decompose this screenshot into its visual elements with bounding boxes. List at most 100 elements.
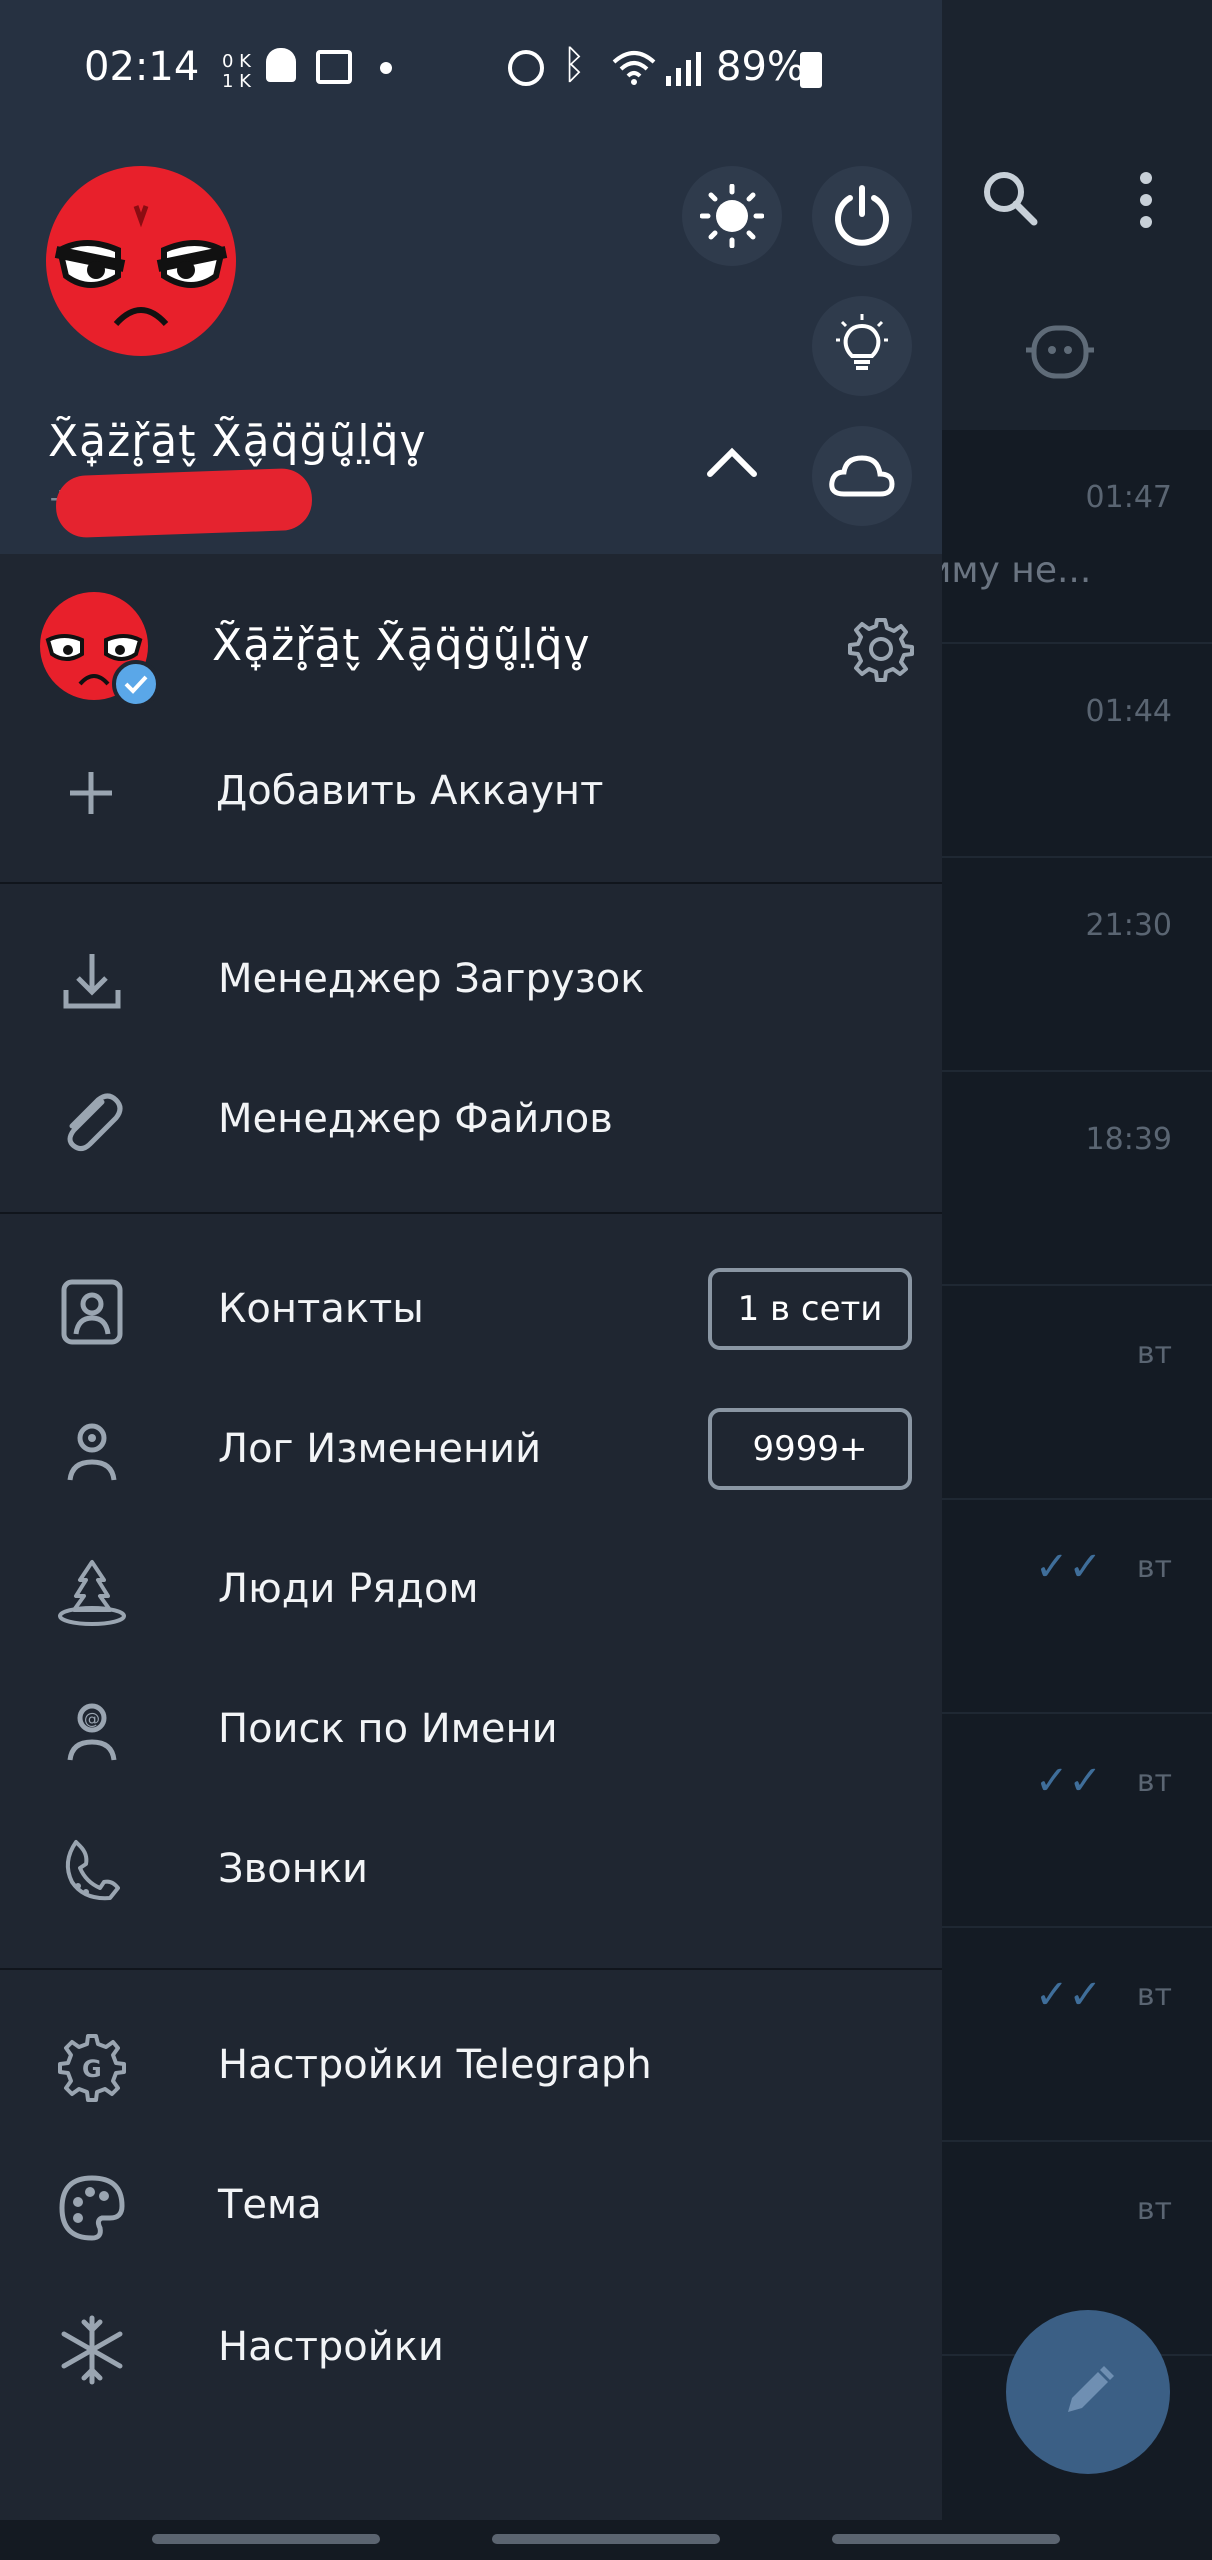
divider [0,882,942,884]
dot-icon [380,62,392,74]
menu-item-telegraph-settings[interactable]: G Настройки Telegraph [0,1996,942,2136]
phone-icon [56,1836,128,1908]
power-button[interactable] [812,166,912,266]
redaction-mark [54,467,314,539]
add-account-label: Добавить Аккаунт [216,768,604,814]
menu-item-calls[interactable]: Звонки [0,1800,942,1940]
svg-text:G: G [82,2055,102,2083]
chat-row[interactable]: 18:39 [940,1072,1212,1286]
battery-icon [800,52,822,88]
changelog-count-badge: 9999+ [708,1408,912,1490]
power-icon [830,184,894,248]
menu-label: Лог Изменений [218,1426,542,1472]
bluetooth-icon: ᛒ [562,42,586,88]
user-at-icon: @ [56,1696,128,1768]
menu-item-theme[interactable]: Тема [0,2136,942,2276]
menu-label: Поиск по Имени [218,1706,558,1752]
cloud-icon [828,452,896,500]
nav-back-button[interactable] [832,2534,1060,2544]
menu-label: Контакты [218,1286,424,1332]
sun-icon [700,184,764,248]
chat-time: 18:39 [1085,1122,1172,1157]
cloud-button[interactable] [812,426,912,526]
chat-row[interactable]: ✓✓ вт [940,1714,1212,1928]
read-check-icon: ✓✓ [1034,1972,1102,2018]
menu-item-nearby[interactable]: Люди Рядом [0,1520,942,1660]
menu-label: Менеджер Загрузок [218,956,645,1002]
plus-icon [66,768,116,818]
more-vert-icon[interactable] [1138,170,1154,230]
menu-label: Звонки [218,1846,368,1892]
alarm-icon [508,50,544,86]
account-settings-gear-icon[interactable] [848,616,914,682]
chat-row[interactable]: 21:30 [940,858,1212,1072]
chat-time: вт [1136,1978,1172,2013]
account-item[interactable]: X̃ā̟z̈ř̥ā̱t̬ X̃ā̬q̈g̈ũ̥l̤q̈v̥ [0,580,942,720]
paperclip-icon [56,1086,128,1158]
menu-label: Настройки [218,2324,444,2370]
menu-item-files[interactable]: Менеджер Файлов [0,1050,942,1190]
svg-text:@: @ [84,1709,100,1728]
menu-item-changelog[interactable]: Лог Изменений 9999+ [0,1380,942,1520]
theme-toggle-button[interactable] [682,166,782,266]
menu-item-settings[interactable]: Настройки [0,2278,942,2418]
user-name: X̃ā̟z̈ř̥ā̱t̬ X̃ā̬q̈g̈ũ̥l̤q̈v̥ [48,416,427,467]
chat-time: вт [1136,1764,1172,1799]
chat-time: 01:47 [1085,480,1172,515]
chat-time: 21:30 [1085,908,1172,943]
chat-time: вт [1136,1550,1172,1585]
menu-label: Тема [218,2182,322,2228]
read-check-icon: ✓✓ [1034,1758,1102,1804]
navigation-drawer: 02:14 0 K 1 K ᛒ 89% X̃ā̟z̈ř̥ā̱t̬ X̃ā̬q̈g… [0,0,942,2520]
status-bar: 02:14 0 K 1 K ᛒ 89% [0,0,942,116]
signal-icon [666,50,702,86]
bot-icon[interactable] [1024,320,1096,384]
gear-g-icon: G [56,2032,128,2104]
wifi-icon [610,46,658,86]
add-account-button[interactable]: Добавить Аккаунт [0,722,942,862]
menu-item-contacts[interactable]: Контакты 1 в сети [0,1240,942,1380]
notification-icon [316,50,352,84]
chat-row[interactable]: вт [940,1286,1212,1500]
chat-row[interactable]: ✓✓ вт [940,1928,1212,2142]
divider [0,1968,942,1970]
contacts-icon [56,1276,128,1348]
collapse-accounts-button[interactable] [702,442,762,482]
nav-home-button[interactable] [492,2534,720,2544]
menu-item-username-search[interactable]: @ Поиск по Имени [0,1660,942,1800]
chevron-up-icon [702,442,762,482]
avatar[interactable] [46,166,236,356]
read-check-icon: ✓✓ [1034,1544,1102,1590]
chat-row[interactable]: 01:44 [940,644,1212,858]
pencil-icon [1060,2364,1116,2420]
battery-percent: 89% [716,44,805,90]
menu-label: Настройки Telegraph [218,2042,652,2088]
snowflake-icon [56,2314,128,2386]
chat-time: 01:44 [1085,694,1172,729]
menu-label: Люди Рядом [218,1566,479,1612]
palette-icon [56,2172,128,2244]
chat-time: вт [1136,2192,1172,2227]
menu-label: Менеджер Файлов [218,1096,613,1142]
drawer-header: X̃ā̟z̈ř̥ā̱t̬ X̃ā̬q̈g̈ũ̥l̤q̈v̥ +99 [0,116,942,554]
nav-recent-button[interactable] [152,2534,380,2544]
menu-item-downloads[interactable]: Менеджер Загрузок [0,910,942,1050]
divider [0,1212,942,1214]
status-time: 02:14 [84,44,200,90]
verified-check-icon [112,660,160,708]
compose-button[interactable] [1006,2310,1170,2474]
online-count-badge: 1 в сети [708,1268,912,1350]
chat-preview: иму не... [928,550,1092,591]
chat-time: вт [1136,1336,1172,1371]
search-icon[interactable] [980,168,1040,228]
nearby-tree-icon [56,1556,128,1628]
lightbulb-icon [830,314,894,378]
system-nav-bar [0,2520,1212,2560]
lightbulb-button[interactable] [812,296,912,396]
chat-row[interactable]: ✓✓ вт [940,1500,1212,1714]
account-name: X̃ā̟z̈ř̥ā̱t̬ X̃ā̬q̈g̈ũ̥l̤q̈v̥ [212,620,591,671]
changelog-icon [56,1416,128,1488]
chat-row[interactable]: 01:47 иму не... [928,430,1212,644]
net-speed: 0 K 1 K [222,51,251,92]
download-icon [56,946,128,1018]
